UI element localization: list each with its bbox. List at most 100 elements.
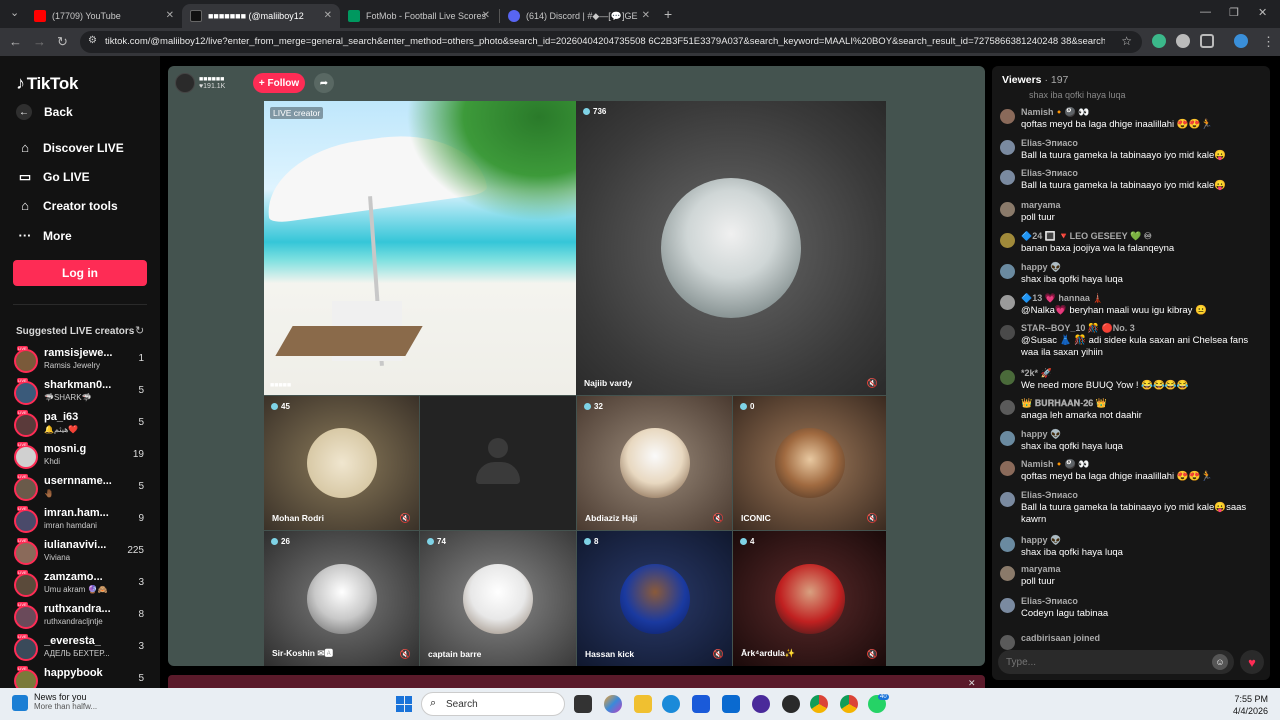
- reload-icon[interactable]: ↻: [57, 34, 68, 50]
- nav-go-live[interactable]: ▭ Go LIVE: [16, 169, 90, 185]
- share-icon[interactable]: ➦: [314, 73, 334, 93]
- suggested-creator[interactable]: LIVE iulianavivi... Viviana 225: [14, 538, 148, 569]
- suggested-title: Suggested LIVE creators: [16, 326, 135, 337]
- close-window-button[interactable]: ✕: [1258, 6, 1267, 19]
- chat-input[interactable]: [1006, 654, 1206, 670]
- login-button[interactable]: Log in: [13, 260, 147, 286]
- guest-tile-host[interactable]: 736 Najiib vardy 🔇: [576, 101, 886, 395]
- tab-youtube[interactable]: (17709) YouTube ✕: [26, 4, 182, 28]
- creator-subtitle: imran hamdani: [44, 521, 97, 530]
- live-badge: LIVE: [17, 666, 28, 671]
- chat-user-avatar: [1000, 295, 1015, 310]
- extension-icon[interactable]: [1176, 34, 1190, 48]
- outlook-icon[interactable]: [722, 695, 740, 713]
- close-tab-icon[interactable]: ✕: [642, 10, 650, 21]
- app-icon[interactable]: [782, 695, 800, 713]
- menu-dots-icon[interactable]: ⋮: [1262, 34, 1275, 50]
- chrome-icon[interactable]: [840, 695, 858, 713]
- nav-more[interactable]: ··· More: [16, 228, 72, 243]
- guest-tile[interactable]: 45 Mohan Rodri 🔇: [264, 396, 419, 530]
- edge-icon[interactable]: [662, 695, 680, 713]
- chat-user-avatar: [1000, 264, 1015, 279]
- forward-arrow-icon[interactable]: →: [33, 34, 46, 49]
- chat-text: Ball la tuura gameka la tabinaayo iyo mi…: [1021, 502, 1247, 525]
- bottom-banner[interactable]: [168, 675, 985, 688]
- chrome-icon[interactable]: [810, 695, 828, 713]
- heart-icon[interactable]: ♥: [1240, 650, 1264, 674]
- suggested-creator[interactable]: LIVE mosni.g Khdi 19: [14, 442, 148, 473]
- windows-start-icon[interactable]: [396, 696, 412, 712]
- gem-icon: [271, 403, 278, 410]
- app-icon[interactable]: [752, 695, 770, 713]
- close-tab-icon[interactable]: ✕: [324, 10, 332, 21]
- guest-tile[interactable]: 8 Hassan kick 🔇: [577, 531, 732, 666]
- tab-tiktok[interactable]: ■■■■■■■ (@maliiboy12 ✕: [182, 4, 340, 28]
- creator-name: mosni.g: [44, 443, 87, 455]
- follow-button[interactable]: + Follow: [253, 73, 305, 93]
- nav-discover-live[interactable]: ⌂ Discover LIVE: [16, 140, 124, 155]
- suggested-creator[interactable]: LIVE imran.ham... imran hamdani 9: [14, 506, 148, 537]
- taskbar-search[interactable]: ⌕ Search: [421, 692, 565, 716]
- site-info-icon[interactable]: ⚙: [88, 35, 97, 46]
- news-widget[interactable]: News for you More than halfw...: [12, 692, 97, 711]
- suggested-creator[interactable]: LIVE pa_i63 🔔هيثم❤️ 5: [14, 410, 148, 441]
- close-tab-icon[interactable]: ✕: [482, 10, 490, 21]
- address-bar[interactable]: ⚙ tiktok.com/@maliiboy12/live?enter_from…: [80, 31, 1142, 53]
- live-creator-tile[interactable]: LIVE creator ■■■■■: [264, 101, 576, 395]
- gem-icon: [584, 538, 591, 545]
- tiktok-logo[interactable]: ♪ TikTok: [16, 73, 78, 94]
- guest-tile[interactable]: 26 Sir-Koshin ✉🅰 🔇: [264, 531, 419, 666]
- nav-creator-tools[interactable]: ⌂ Creator tools: [16, 198, 118, 213]
- live-badge: LIVE: [17, 474, 28, 479]
- system-clock[interactable]: 7:55 PM 4/4/2026: [1233, 693, 1268, 717]
- creator-subtitle: 🤚🏾: [44, 489, 54, 498]
- suggested-creator[interactable]: LIVE ruthxandra... ruthxandracljntje 8: [14, 602, 148, 633]
- chat-text: poll tuur: [1021, 212, 1055, 223]
- empty-seat-tile[interactable]: [420, 396, 576, 530]
- guest-tile[interactable]: 0 ICONIC 🔇: [733, 396, 886, 530]
- creator-name: _everesta_: [44, 635, 101, 647]
- back-arrow-icon[interactable]: ←: [9, 34, 22, 49]
- maximize-button[interactable]: ❐: [1229, 6, 1239, 19]
- back-button[interactable]: ← Back: [16, 104, 73, 120]
- suggested-creator[interactable]: LIVE _everesta_ АДЕЛЬ БЕХТЕР... 3: [14, 634, 148, 665]
- file-explorer-icon[interactable]: [634, 695, 652, 713]
- chat-input-box[interactable]: ☺: [998, 650, 1234, 674]
- chat-text: Ball la tuura gameka la tabinaayo iyo mi…: [1021, 180, 1227, 191]
- tab-discord[interactable]: (614) Discord | #◆—[💬]GENE ✕: [500, 4, 658, 28]
- live-badge: LIVE: [17, 442, 28, 447]
- host-avatar[interactable]: [175, 73, 195, 93]
- emoji-icon[interactable]: ☺: [1212, 654, 1228, 670]
- weather-icon: [12, 695, 28, 711]
- minimize-button[interactable]: —: [1200, 6, 1211, 18]
- copilot-icon[interactable]: [604, 695, 622, 713]
- empty-user-icon: [473, 438, 523, 488]
- close-tab-icon[interactable]: ✕: [166, 10, 174, 21]
- puzzle-icon[interactable]: [1200, 34, 1214, 48]
- host-info[interactable]: ■■■■■■ ♥191.1K: [175, 72, 225, 94]
- profile-avatar[interactable]: [1234, 34, 1248, 48]
- viewer-count: 5: [138, 673, 144, 684]
- refresh-icon[interactable]: ↻: [135, 324, 144, 337]
- guest-tile[interactable]: 4 Ārk⁴ardula✨ 🔇: [733, 531, 886, 666]
- tab-fotmob[interactable]: FotMob - Football Live Scores ✕: [340, 4, 498, 28]
- task-view-icon[interactable]: [574, 695, 592, 713]
- bookmark-star-icon[interactable]: ☆: [1121, 34, 1132, 48]
- new-tab-button[interactable]: +: [664, 6, 672, 22]
- creator-avatar: [14, 477, 38, 501]
- guest-tile[interactable]: 32 Abdiaziz Haji 🔇: [577, 396, 732, 530]
- tab-search-icon[interactable]: ⌄: [10, 6, 19, 19]
- guest-tile[interactable]: 74 captain barre: [420, 531, 576, 666]
- creator-avatar: [14, 573, 38, 597]
- guest-name: captain barre: [428, 649, 482, 659]
- store-icon[interactable]: [692, 695, 710, 713]
- creator-subtitle: Umu akram 🔮🙈: [44, 585, 108, 594]
- shield-extension-icon[interactable]: [1152, 34, 1166, 48]
- suggested-creator[interactable]: LIVE usernname... 🤚🏾 5: [14, 474, 148, 505]
- suggested-creator[interactable]: LIVE sharkman0... 🦈SHARK🦈 5: [14, 378, 148, 409]
- creator-avatar: [14, 381, 38, 405]
- suggested-creator[interactable]: LIVE zamzamo... Umu akram 🔮🙈 3: [14, 570, 148, 601]
- suggested-creator[interactable]: LIVE ramsisjewe... Ramsis Jewelry 1: [14, 346, 148, 377]
- guest-name: Hassan kick: [585, 649, 635, 659]
- tiktok-icon: [190, 10, 202, 22]
